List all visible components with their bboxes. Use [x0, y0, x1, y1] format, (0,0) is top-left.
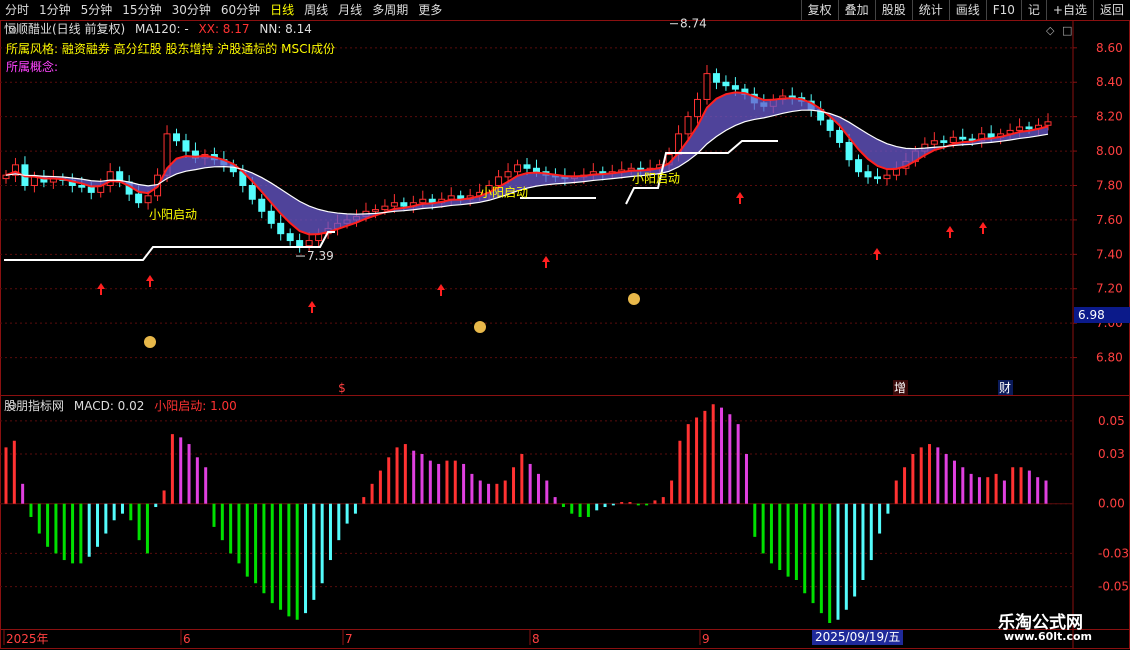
- money-bag-icon-0: [144, 336, 156, 348]
- candle-body-98: [930, 140, 938, 145]
- macd-tick-label-2: 0.00: [1098, 497, 1125, 511]
- signal-label-3: 小阳启动: [632, 172, 680, 186]
- candle-body-39: [371, 209, 379, 212]
- buy-arrow-6: [873, 248, 881, 254]
- candle-body-74: [703, 73, 711, 100]
- dividend-marker: $: [338, 381, 346, 395]
- price-tick-label-7: 8.20: [1096, 110, 1123, 124]
- candle-body-15: [144, 195, 152, 204]
- candle-body-88: [836, 129, 844, 143]
- candle-body-32: [305, 240, 313, 247]
- candle-body-29: [277, 222, 285, 235]
- buy-arrow-4: [542, 256, 550, 262]
- candle-body-76: [722, 81, 730, 87]
- main-toggle-icon: ⊙: [8, 23, 17, 36]
- price-tick-label-9: 8.60: [1096, 41, 1123, 55]
- candle-body-110: [1044, 121, 1052, 126]
- cai-marker: 财: [999, 381, 1011, 395]
- date-label-2: 7: [345, 632, 353, 646]
- price-tick-label-5: 7.80: [1096, 178, 1123, 192]
- candle-body-41: [390, 202, 398, 207]
- candle-body-104: [987, 133, 995, 138]
- money-bag-icon-2: [628, 293, 640, 305]
- candle-body-0: [2, 174, 10, 180]
- date-label-4: 9: [702, 632, 710, 646]
- candle-body-27: [258, 198, 266, 212]
- buy-arrow-0: [97, 283, 105, 289]
- candle-body-55: [523, 164, 531, 169]
- candle-body-77: [731, 85, 739, 90]
- signal-label-1: 小阳启动: [149, 208, 197, 222]
- candle-body-100: [949, 136, 957, 143]
- price-tick-label-3: 7.40: [1096, 247, 1123, 261]
- diamond-icon: ◇: [1046, 24, 1055, 37]
- macd-tick-label-0: 0.05: [1098, 414, 1125, 428]
- candle-body-107: [1016, 126, 1024, 131]
- candle-body-56: [532, 167, 540, 173]
- candle-body-9: [87, 186, 95, 193]
- stock-chart[interactable]: 6.807.007.207.407.607.808.008.208.408.60…: [0, 0, 1130, 650]
- price-tick-label-2: 7.20: [1096, 282, 1123, 296]
- candle-body-28: [267, 210, 275, 224]
- buy-arrow-2: [308, 301, 316, 307]
- candle-body-19: [182, 140, 190, 152]
- buy-arrow-3: [437, 284, 445, 290]
- candle-body-53: [504, 171, 512, 178]
- low-price-label: 7.39: [307, 249, 334, 263]
- support-line-1: [4, 231, 335, 261]
- buy-arrow-1: [146, 275, 154, 281]
- price-tick-label-4: 7.60: [1096, 213, 1123, 227]
- buy-arrow-7: [946, 226, 954, 232]
- candle-body-42: [400, 202, 408, 207]
- price-tick-label-6: 8.00: [1096, 144, 1123, 158]
- candle-body-54: [514, 164, 522, 173]
- candle-body-87: [826, 119, 834, 131]
- date-highlight: 2025/09/19/五: [812, 630, 904, 645]
- candle-body-40: [381, 205, 389, 211]
- macd-tick-label-3: -0.03: [1098, 546, 1129, 560]
- high-price-label: 8.74: [680, 17, 707, 31]
- candle-body-90: [855, 159, 863, 173]
- candle-body-89: [845, 141, 853, 161]
- macd-tick-label-4: -0.05: [1098, 580, 1129, 594]
- candle-body-8: [78, 184, 86, 188]
- date-label-0: 2025年: [6, 632, 49, 646]
- date-label-1: 6: [183, 632, 191, 646]
- candle-body-14: [135, 193, 143, 204]
- candle-body-108: [1025, 126, 1033, 130]
- candle-body-30: [286, 233, 294, 242]
- money-bag-icon-1: [474, 321, 486, 333]
- macd-tick-label-1: 0.03: [1098, 447, 1125, 461]
- buy-arrow-8: [979, 222, 987, 228]
- indicator-toggle-icon: ⊙: [8, 399, 17, 412]
- candle-body-91: [864, 171, 872, 178]
- signal-label-2: 小阳启动: [480, 185, 528, 199]
- candle-body-92: [873, 176, 881, 180]
- candle-body-31: [296, 240, 304, 247]
- candle-body-26: [248, 184, 256, 200]
- candle-body-99: [940, 140, 948, 143]
- candle-body-18: [173, 133, 181, 142]
- candle-body-3: [30, 176, 38, 186]
- window-icon: □: [1062, 24, 1072, 37]
- zeng-marker: 增: [894, 381, 906, 395]
- candle-body-52: [495, 176, 503, 186]
- date-label-3: 8: [532, 632, 540, 646]
- candle-body-72: [684, 116, 692, 135]
- chart-frame: [0, 20, 1130, 649]
- price-tag: 6.98: [1074, 307, 1130, 323]
- candle-body-44: [419, 198, 427, 204]
- watermark-url: www.60lt.com: [1004, 630, 1093, 643]
- price-tick-label-8: 8.40: [1096, 75, 1123, 89]
- candle-body-11: [106, 171, 114, 186]
- buy-arrow-5: [736, 192, 744, 198]
- candle-body-73: [694, 98, 702, 118]
- candle-body-75: [712, 73, 720, 83]
- candle-body-93: [883, 174, 891, 180]
- candle-body-101: [959, 136, 967, 140]
- price-tick-label-0: 6.80: [1096, 351, 1123, 365]
